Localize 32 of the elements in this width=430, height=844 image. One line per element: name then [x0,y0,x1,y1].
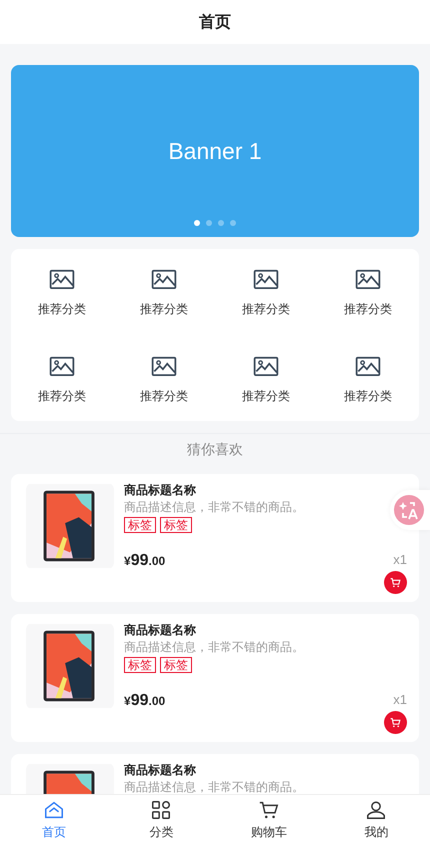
category-item[interactable]: 推荐分类 [11,267,113,318]
product-description: 商品描述信息，非常不错的商品。 [124,639,305,655]
banner-title: Banner 1 [168,138,262,164]
category-item[interactable]: 推荐分类 [317,354,419,405]
category-item[interactable]: 推荐分类 [317,267,419,318]
category-item[interactable]: 推荐分类 [215,267,317,318]
category-item[interactable]: 推荐分类 [113,267,215,318]
product-price: ¥99.00 [124,552,166,571]
product-title: 商品标题名称 [124,482,197,498]
quantity-label: x1 [393,692,407,707]
product-card[interactable]: 商品标题名称 商品描述信息，非常不错的商品。 [11,754,419,794]
section-title: 猜你喜欢 [187,441,243,459]
product-description: 商品描述信息，非常不错的商品。 [124,779,305,794]
quantity-label: x1 [393,552,407,567]
page-title: 首页 [199,12,231,32]
category-item[interactable]: 推荐分类 [215,354,317,405]
product-title: 商品标题名称 [124,622,197,638]
tab-item[interactable]: 首页 [0,795,108,844]
product-tag: 标签 [160,517,192,533]
tab-item[interactable]: 分类 [108,795,215,844]
product-title: 商品标题名称 [124,762,197,778]
category-item[interactable]: 推荐分类 [11,354,113,405]
product-tag: 标签 [160,657,192,673]
product-card[interactable]: 商品标题名称 商品描述信息，非常不错的商品。 标签 标签 ¥99.00 x1 [11,474,419,602]
product-card[interactable]: 商品标题名称 商品描述信息，非常不错的商品。 标签 标签 ¥99.00 x1 [11,614,419,742]
product-description: 商品描述信息，非常不错的商品。 [124,499,305,515]
category-item[interactable]: 推荐分类 [113,354,215,405]
tab-item[interactable]: 购物车 [215,795,322,844]
product-tag: 标签 [124,517,156,533]
product-tag: 标签 [124,657,156,673]
product-price: ¥99.00 [124,692,166,711]
tab-item[interactable]: 我的 [322,795,430,844]
